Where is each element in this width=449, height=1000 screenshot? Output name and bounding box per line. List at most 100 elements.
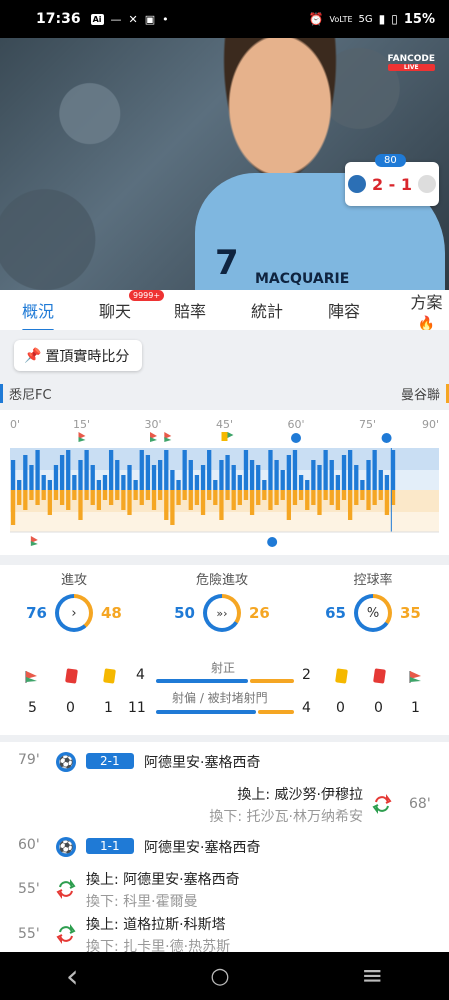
away-pressure-bar (90, 490, 95, 505)
tab-odds[interactable]: 賠率 (174, 298, 206, 322)
away-shots-on: 2 (302, 667, 311, 683)
home-button[interactable]: ○ (210, 964, 229, 989)
sub-off: 換下: 扎卡里·德·热苏斯 (86, 939, 231, 952)
away-pressure-bar (188, 490, 193, 510)
home-pressure-bar (311, 460, 316, 490)
away-team-badge-icon (418, 175, 437, 193)
counts-icon-row: 4 射正 2 (0, 661, 449, 691)
attack-label: 進攻 (60, 573, 87, 588)
counts-value-row: 5 0 1 11 射偏 / 被封堵射門 4 0 0 1 (0, 691, 449, 724)
home-pressure-bar (219, 460, 224, 490)
attack-timeline: 0' 15' 30' 45' 60' 75' 90' (0, 410, 449, 555)
away-pressure-bar (23, 490, 28, 510)
away-pressure-bar (292, 490, 298, 505)
home-pressure-bar (366, 460, 371, 490)
tab-overview[interactable]: 概況 (22, 298, 55, 332)
home-pressure-bar (213, 480, 218, 490)
event-player: 阿德里安·塞格西奇 (144, 840, 261, 856)
home-pressure-bar (96, 480, 102, 490)
home-shots-on: 4 (136, 667, 145, 683)
timeline-tick-label: 30' (144, 418, 161, 431)
event-minute: 79' (18, 752, 40, 768)
away-pressure-bar (280, 490, 285, 500)
pin-score-button[interactable]: 📌 置頂實時比分 (14, 340, 142, 371)
home-pressure-bar (231, 465, 236, 490)
recents-button[interactable]: ≡ (361, 961, 383, 991)
home-pressure-bar (360, 480, 365, 490)
home-pressure-bar (378, 470, 383, 490)
home-pressure-bar (268, 450, 273, 490)
chevron-right-icon: › (71, 605, 77, 621)
attack-away: 48 (101, 604, 122, 622)
percent-icon: % (366, 605, 380, 621)
away-pressure-bar (256, 490, 261, 505)
home-pressure-bar (139, 450, 144, 490)
tab-stats[interactable]: 統計 (251, 298, 283, 322)
home-pressure-bar (256, 465, 261, 490)
shots-off-away-bar (258, 710, 294, 714)
red-card-icon (373, 668, 386, 684)
dangerous-attack-ring: »› (203, 594, 241, 632)
event-substitution[interactable]: 55' 換上: 道格拉斯·科斯塔 換下: 扎卡里·德·热苏斯 (0, 914, 449, 952)
away-pressure-bar (78, 490, 83, 520)
back-button[interactable]: ‹ (66, 957, 79, 995)
score-popup[interactable]: 80 2 - 1 (345, 154, 439, 206)
home-team-name: 悉尼FC (0, 383, 52, 403)
jersey-sponsor: MACQUARIE (255, 271, 350, 287)
substitution-icon (372, 794, 392, 814)
away-pressure-bar (243, 490, 249, 500)
home-team-badge-icon (347, 175, 366, 193)
home-pressure-bar (335, 475, 341, 490)
chat-count-badge: 9999+ (129, 290, 165, 301)
away-pressure-bar (139, 490, 144, 505)
corner-flag-icon (408, 669, 424, 687)
home-pressure-bar (17, 480, 22, 490)
tab-lineup[interactable]: 陣容 (328, 298, 360, 322)
home-pressure-bar (10, 460, 16, 490)
home-pressure-bar (274, 460, 279, 490)
away-pressure-bar (317, 490, 322, 515)
shots-on-home-bar (156, 679, 248, 683)
sub-on: 換上: 道格拉斯·科斯塔 (86, 917, 226, 933)
teams-row: 悉尼FC 曼谷聯 (0, 380, 449, 406)
shots-off-home-bar (156, 710, 256, 714)
event-goal[interactable]: 60' ⚽ 1-1 阿德里安·塞格西奇 (0, 837, 449, 861)
home-pressure-bar (53, 465, 59, 490)
corner-marker-icon (164, 437, 172, 442)
home-pressure-bar (207, 450, 212, 490)
event-goal[interactable]: 79' ⚽ 2-1 阿德里安·塞格西奇 (0, 752, 449, 776)
event-score-tag: 2-1 (86, 753, 134, 769)
home-pressure-bar (243, 450, 249, 490)
ai-icon: Ai (90, 13, 104, 25)
away-pressure-bar (335, 490, 341, 510)
home-pressure-bar (133, 480, 138, 490)
away-pressure-bar (286, 490, 291, 520)
away-pressure-bar (378, 490, 383, 500)
tab-label: 賠率 (174, 302, 207, 321)
away-pressure-bar (323, 490, 328, 500)
away-pressure-bar (207, 490, 212, 500)
home-pressure-bar (23, 455, 28, 490)
home-pressure-bar (72, 475, 77, 490)
away-pressure-bar (29, 490, 34, 500)
live-video[interactable]: 7 MACQUARIE FANCODE LIVE 80 2 - 1 (0, 38, 449, 290)
home-red-cards: 0 (66, 700, 75, 716)
pin-icon: 📌 (24, 347, 42, 364)
tab-plans[interactable]: 方案🔥 (404, 289, 449, 332)
tab-chat[interactable]: 聊天 9999+ (99, 290, 165, 322)
dangerous-attack-away: 26 (249, 604, 270, 622)
away-pressure-bar (366, 490, 371, 510)
event-substitution[interactable]: 換上: 威沙努·伊穆拉 換下: 托沙瓦·林万纳希安 68' (0, 784, 449, 830)
stats-panel: 進攻 76 › 48 危險進攻 50 »› 26 控球率 65 % 35 4 射… (0, 565, 449, 735)
away-pressure-bar (66, 490, 71, 510)
battery-icon: ▯ (391, 12, 398, 26)
home-pressure-bar (182, 450, 187, 490)
event-substitution[interactable]: 55' 換上: 阿德里安·塞格西奇 換下: 科里·霍爾曼 (0, 869, 449, 915)
home-pressure-bar (262, 480, 267, 490)
yellow-card-marker-icon (221, 432, 228, 441)
away-pressure-bar (305, 490, 310, 510)
corner-marker-icon (150, 437, 157, 442)
away-pressure-bar (164, 490, 169, 520)
possession-home: 65 (325, 604, 346, 622)
event-list: 79' ⚽ 2-1 阿德里安·塞格西奇 換上: 威沙努·伊穆拉 換下: 托沙瓦·… (0, 742, 449, 952)
